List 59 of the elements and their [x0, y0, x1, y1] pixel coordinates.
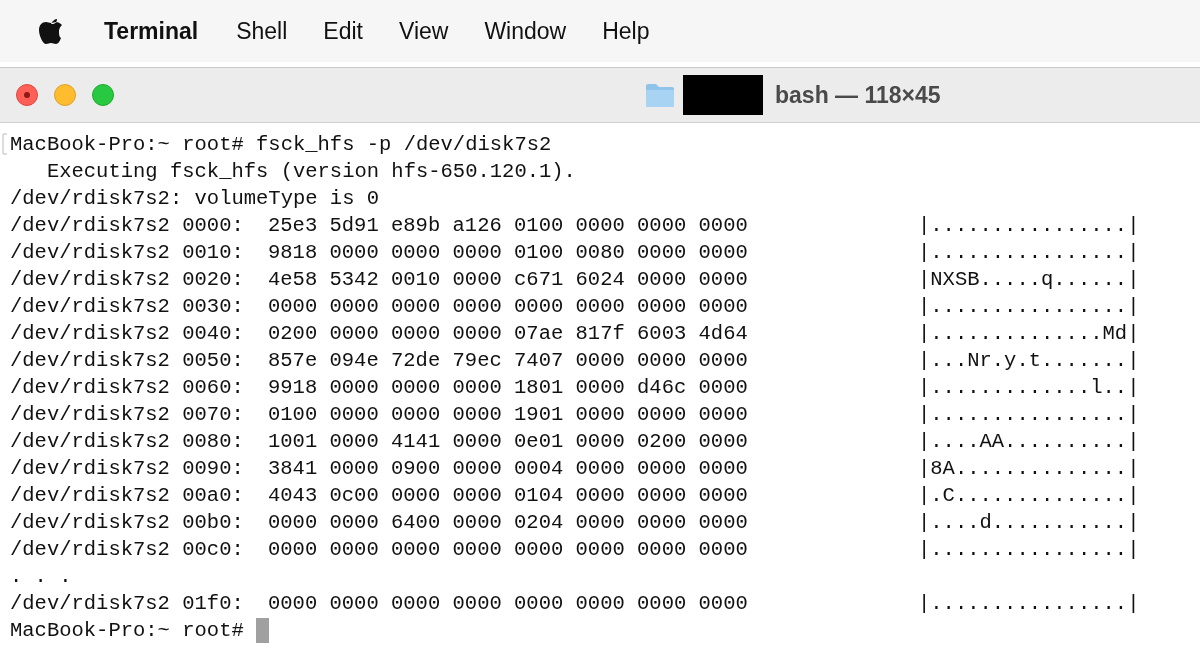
window-title: bash — 118×45: [775, 81, 941, 109]
dump-address: /dev/rdisk7s2 0090:: [10, 456, 245, 482]
hex-bytes: 9918 0000 0000 0000 1801 0000 d46c 0000: [268, 375, 749, 401]
menu-item[interactable]: Window: [484, 17, 567, 45]
app-menu[interactable]: Terminal: [104, 17, 199, 45]
folder-icon: [645, 82, 675, 108]
hex-bytes: 0000 0000 6400 0000 0204 0000 0000 0000: [268, 510, 749, 536]
hex-bytes: 3841 0000 0900 0000 0004 0000 0000 0000: [268, 456, 749, 482]
ascii-column: |................|: [918, 293, 1140, 320]
close-button[interactable]: [16, 84, 38, 106]
dump-address: /dev/rdisk7s2 0050:: [10, 348, 245, 374]
dump-address: /dev/rdisk7s2 0080:: [10, 429, 245, 455]
ascii-column: |NXSB.....q......|: [918, 266, 1140, 293]
ascii-column: |...Nr.y.t.......|: [918, 347, 1140, 374]
ascii-column: |................|: [918, 239, 1140, 266]
dump-address: /dev/rdisk7s2 0010:: [10, 240, 245, 266]
menu-item[interactable]: Help: [602, 17, 650, 45]
terminal-line: . . .: [10, 564, 72, 590]
ascii-column: |....d...........|: [918, 509, 1140, 536]
ascii-column: |..............Md|: [918, 320, 1140, 347]
cursor: [255, 618, 269, 643]
hex-bytes: 4e58 5342 0010 0000 c671 6024 0000 0000: [268, 267, 749, 293]
dump-address: /dev/rdisk7s2 0000:: [10, 213, 245, 239]
hex-bytes: 0000 0000 0000 0000 0000 0000 0000 0000: [268, 591, 749, 617]
hex-bytes: 0100 0000 0000 0000 1901 0000 0000 0000: [268, 402, 749, 428]
hex-bytes: 0000 0000 0000 0000 0000 0000 0000 0000: [268, 294, 749, 320]
ascii-column: |8A..............|: [918, 455, 1140, 482]
ascii-column: |................|: [918, 590, 1140, 617]
hex-bytes: 9818 0000 0000 0000 0100 0080 0000 0000: [268, 240, 749, 266]
dump-address: /dev/rdisk7s2 0070:: [10, 402, 245, 428]
terminal-line: Executing fsck_hfs (version hfs-650.120.1).: [45, 159, 576, 185]
ascii-column: |....AA..........|: [918, 428, 1140, 455]
menu-item[interactable]: Edit: [323, 17, 363, 45]
ascii-column: |................|: [918, 212, 1140, 239]
ascii-column: |................|: [918, 536, 1140, 563]
ascii-column: |.C..............|: [918, 482, 1140, 509]
terminal-line: MacBook-Pro:~ root# fsck_hfs -p /dev/disk7s2: [10, 132, 552, 158]
hex-bytes: 25e3 5d91 e89b a126 0100 0000 0000 0000: [268, 213, 749, 239]
dump-address: /dev/rdisk7s2 0060:: [10, 375, 245, 401]
dump-address: /dev/rdisk7s2 00c0:: [10, 537, 245, 563]
dump-address: /dev/rdisk7s2 0020:: [10, 267, 245, 293]
menu-item[interactable]: View: [398, 17, 449, 45]
dump-address: /dev/rdisk7s2 0040:: [10, 321, 245, 347]
apple-logo-icon[interactable]: [38, 16, 64, 46]
dump-address: /dev/rdisk7s2 00a0:: [10, 483, 245, 509]
hex-bytes: 1001 0000 4141 0000 0e01 0000 0200 0000: [268, 429, 749, 455]
dump-address: /dev/rdisk7s2 0030:: [10, 294, 245, 320]
hex-bytes: 857e 094e 72de 79ec 7407 0000 0000 0000: [268, 348, 749, 374]
dump-address: /dev/rdisk7s2 01f0:: [10, 591, 245, 617]
prompt: MacBook-Pro:~ root#: [10, 618, 244, 644]
terminal-line: /dev/rdisk7s2: volumeType is 0: [10, 186, 380, 212]
ascii-column: |................|: [918, 401, 1140, 428]
menu-item[interactable]: Shell: [236, 17, 288, 45]
dump-address: /dev/rdisk7s2 00b0:: [10, 510, 245, 536]
hex-bytes: 0000 0000 0000 0000 0000 0000 0000 0000: [268, 537, 749, 563]
close-dot-icon: [24, 92, 30, 98]
hex-bytes: 0200 0000 0000 0000 07ae 817f 6003 4d64: [268, 321, 749, 347]
hex-bytes: 4043 0c00 0000 0000 0104 0000 0000 0000: [268, 483, 749, 509]
ascii-column: |.............l..|: [918, 374, 1140, 401]
